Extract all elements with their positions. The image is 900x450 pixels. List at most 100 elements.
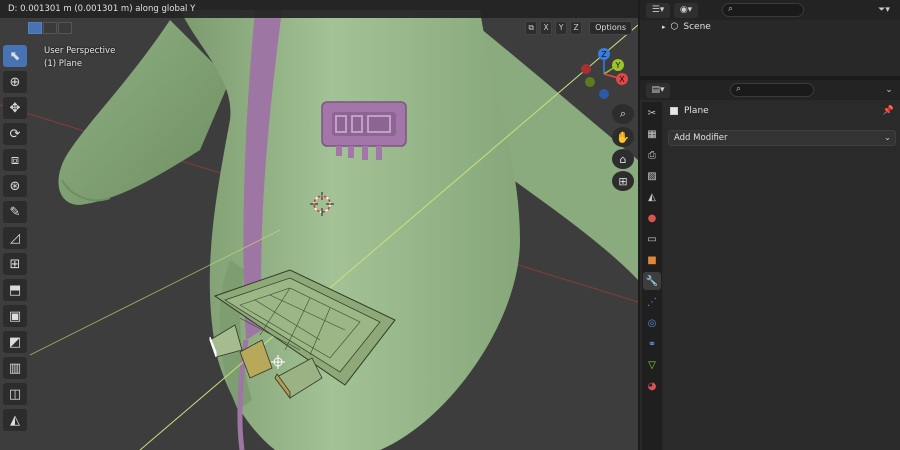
rotate-tool[interactable]: ⟳ xyxy=(3,123,27,145)
navigation-gizmo[interactable]: Z Y X xyxy=(574,44,634,104)
bevel-tool[interactable]: ◩ xyxy=(3,331,27,353)
select-mode-edge[interactable] xyxy=(43,22,57,34)
filter-icon[interactable]: ⏷▾ xyxy=(872,3,896,18)
gizmo-y-label: Y xyxy=(615,61,621,70)
tool-icon: ✂ xyxy=(647,107,657,119)
mirror-y-button[interactable]: Y xyxy=(555,21,568,35)
move-tool[interactable]: ✥ xyxy=(3,97,27,119)
outliner-scene-row[interactable]: ▸ ⬡ Scene xyxy=(662,22,711,32)
gizmo-z-label: Z xyxy=(601,50,607,59)
material-icon: ◕ xyxy=(647,380,657,392)
3d-viewport[interactable]: D: 0.001301 m (0.001301 m) along global … xyxy=(0,0,638,450)
select-box-tool[interactable]: ⬉ xyxy=(3,45,27,67)
pencil-icon: ✎ xyxy=(9,204,21,220)
object-name: Plane xyxy=(684,106,709,116)
poly-build-tool[interactable]: ◭ xyxy=(3,409,27,431)
tab-render[interactable]: ▦ xyxy=(643,125,661,143)
constraints-icon: ⚭ xyxy=(647,338,657,350)
perspective-label: User Perspective xyxy=(44,46,116,56)
annotate-tool[interactable]: ✎ xyxy=(3,201,27,223)
gizmo-neg-y-axis[interactable] xyxy=(585,77,595,87)
tab-particles[interactable]: ⋰ xyxy=(643,293,661,311)
select-mode-face[interactable] xyxy=(58,22,72,34)
camera-view-button[interactable]: ⌂ xyxy=(612,149,634,169)
collection-icon: ▭ xyxy=(647,233,657,245)
scene-label: Scene xyxy=(683,22,711,32)
tab-physics[interactable]: ◎ xyxy=(643,314,661,332)
pin-icon[interactable]: 📌 xyxy=(883,106,894,116)
inset-icon: ▣ xyxy=(8,308,22,324)
measure-tool[interactable]: ◿ xyxy=(3,227,27,249)
mirror-icon[interactable]: ⧉ xyxy=(525,21,538,35)
zoom-button[interactable]: ⌕ xyxy=(612,104,634,124)
render-icon: ▦ xyxy=(647,128,657,140)
tab-world[interactable]: ● xyxy=(643,209,661,227)
outliner: ☰▾ ◉▾ ⌕ ⏷▾ ▸ ⬡ Scene xyxy=(640,0,900,76)
tab-constraints[interactable]: ⚭ xyxy=(643,335,661,353)
transform-icon: ⊛ xyxy=(9,178,21,194)
select-mode-group xyxy=(28,22,73,34)
magnifier-icon: ⌕ xyxy=(619,107,627,120)
select-mode-vertex[interactable] xyxy=(28,22,42,34)
add-cube-tool[interactable]: ⊞ xyxy=(3,253,27,275)
tab-object[interactable]: ■ xyxy=(643,251,661,269)
outliner-header: ☰▾ ◉▾ ⌕ ⏷▾ xyxy=(640,0,900,20)
add-modifier-label: Add Modifier xyxy=(674,133,728,143)
properties-editor: ▤▾ ⌕ ⌄ ✂ ▦ ⎙ ▨ ◭ ● ▭ ■ 🔧 ⋰ ◎ ⚭ ▽ ◕ Plane… xyxy=(640,80,900,450)
knife-tool[interactable]: ◫ xyxy=(3,383,27,405)
pan-button[interactable]: ✋ xyxy=(612,127,634,147)
viewport-header-right: ⧉ X Y Z Options xyxy=(525,21,632,35)
tab-collection[interactable]: ▭ xyxy=(643,230,661,248)
object-icon: ■ xyxy=(647,254,657,266)
move-icon: ✥ xyxy=(9,100,21,116)
chevron-down-icon: ⌄ xyxy=(883,133,891,143)
options-button[interactable]: Options xyxy=(589,21,632,35)
chevron-down-icon[interactable]: ⌄ xyxy=(882,83,896,98)
scene-icon: ◭ xyxy=(648,191,656,203)
extrude-tool[interactable]: ⬒ xyxy=(3,279,27,301)
grid-icon: ⊞ xyxy=(618,174,628,188)
perspective-toggle-button[interactable]: ⊞ xyxy=(612,171,634,191)
cursor-tool[interactable]: ⊕ xyxy=(3,71,27,93)
loop-cut-tool[interactable]: ▥ xyxy=(3,357,27,379)
properties-search-input[interactable]: ⌕ xyxy=(730,83,814,97)
crosshair-icon: ⊕ xyxy=(9,74,21,90)
expand-arrow-icon: ▸ xyxy=(662,23,666,31)
status-text: D: 0.001301 m (0.001301 m) along global … xyxy=(8,4,196,14)
gizmo-neg-x-axis[interactable] xyxy=(581,64,591,74)
tab-tool[interactable]: ✂ xyxy=(643,104,661,122)
gizmo-neg-z-axis[interactable] xyxy=(599,89,609,99)
add-cube-icon: ⊞ xyxy=(9,256,21,272)
tab-material[interactable]: ◕ xyxy=(643,377,661,395)
mirror-z-button[interactable]: Z xyxy=(570,21,583,35)
output-icon: ⎙ xyxy=(648,149,656,161)
tool-shelf: ⬉ ⊕ ✥ ⟳ ⧈ ⊛ ✎ ◿ ⊞ ⬒ ▣ ◩ ▥ ◫ ◭ xyxy=(3,45,29,435)
editor-type-icon[interactable]: ☰▾ xyxy=(646,3,670,18)
properties-editor-type-icon[interactable]: ▤▾ xyxy=(646,83,670,98)
hand-icon: ✋ xyxy=(616,130,630,144)
inset-tool[interactable]: ▣ xyxy=(3,305,27,327)
scale-icon: ⧈ xyxy=(10,152,20,168)
physics-icon: ◎ xyxy=(647,317,657,329)
viewport-info: User Perspective (1) Plane xyxy=(44,45,115,71)
camera-icon: ⌂ xyxy=(619,152,627,166)
search-icon: ⌕ xyxy=(736,84,742,94)
add-modifier-dropdown[interactable]: Add Modifier ⌄ xyxy=(668,130,896,146)
outliner-search-input[interactable]: ⌕ xyxy=(722,3,804,17)
transform-tool[interactable]: ⊛ xyxy=(3,175,27,197)
poly-build-icon: ◭ xyxy=(10,412,20,428)
extrude-icon: ⬒ xyxy=(8,282,22,298)
properties-tabs: ✂ ▦ ⎙ ▨ ◭ ● ▭ ■ 🔧 ⋰ ◎ ⚭ ▽ ◕ xyxy=(642,102,662,450)
tab-data[interactable]: ▽ xyxy=(643,356,661,374)
tab-scene[interactable]: ◭ xyxy=(643,188,661,206)
scale-tool[interactable]: ⧈ xyxy=(3,149,27,171)
properties-header: ▤▾ ⌕ ⌄ xyxy=(640,80,900,100)
mirror-x-button[interactable]: X xyxy=(540,21,553,35)
particles-icon: ⋰ xyxy=(647,296,657,308)
tab-modifier[interactable]: 🔧 xyxy=(643,272,661,290)
display-mode-icon[interactable]: ◉▾ xyxy=(674,3,698,18)
tab-output[interactable]: ⎙ xyxy=(643,146,661,164)
right-editors: ☰▾ ◉▾ ⌕ ⏷▾ ▸ ⬡ Scene ▤▾ ⌕ ⌄ ✂ ▦ ⎙ ▨ ◭ ● xyxy=(640,0,900,450)
tab-view-layer[interactable]: ▨ xyxy=(643,167,661,185)
ruler-icon: ◿ xyxy=(10,230,20,246)
